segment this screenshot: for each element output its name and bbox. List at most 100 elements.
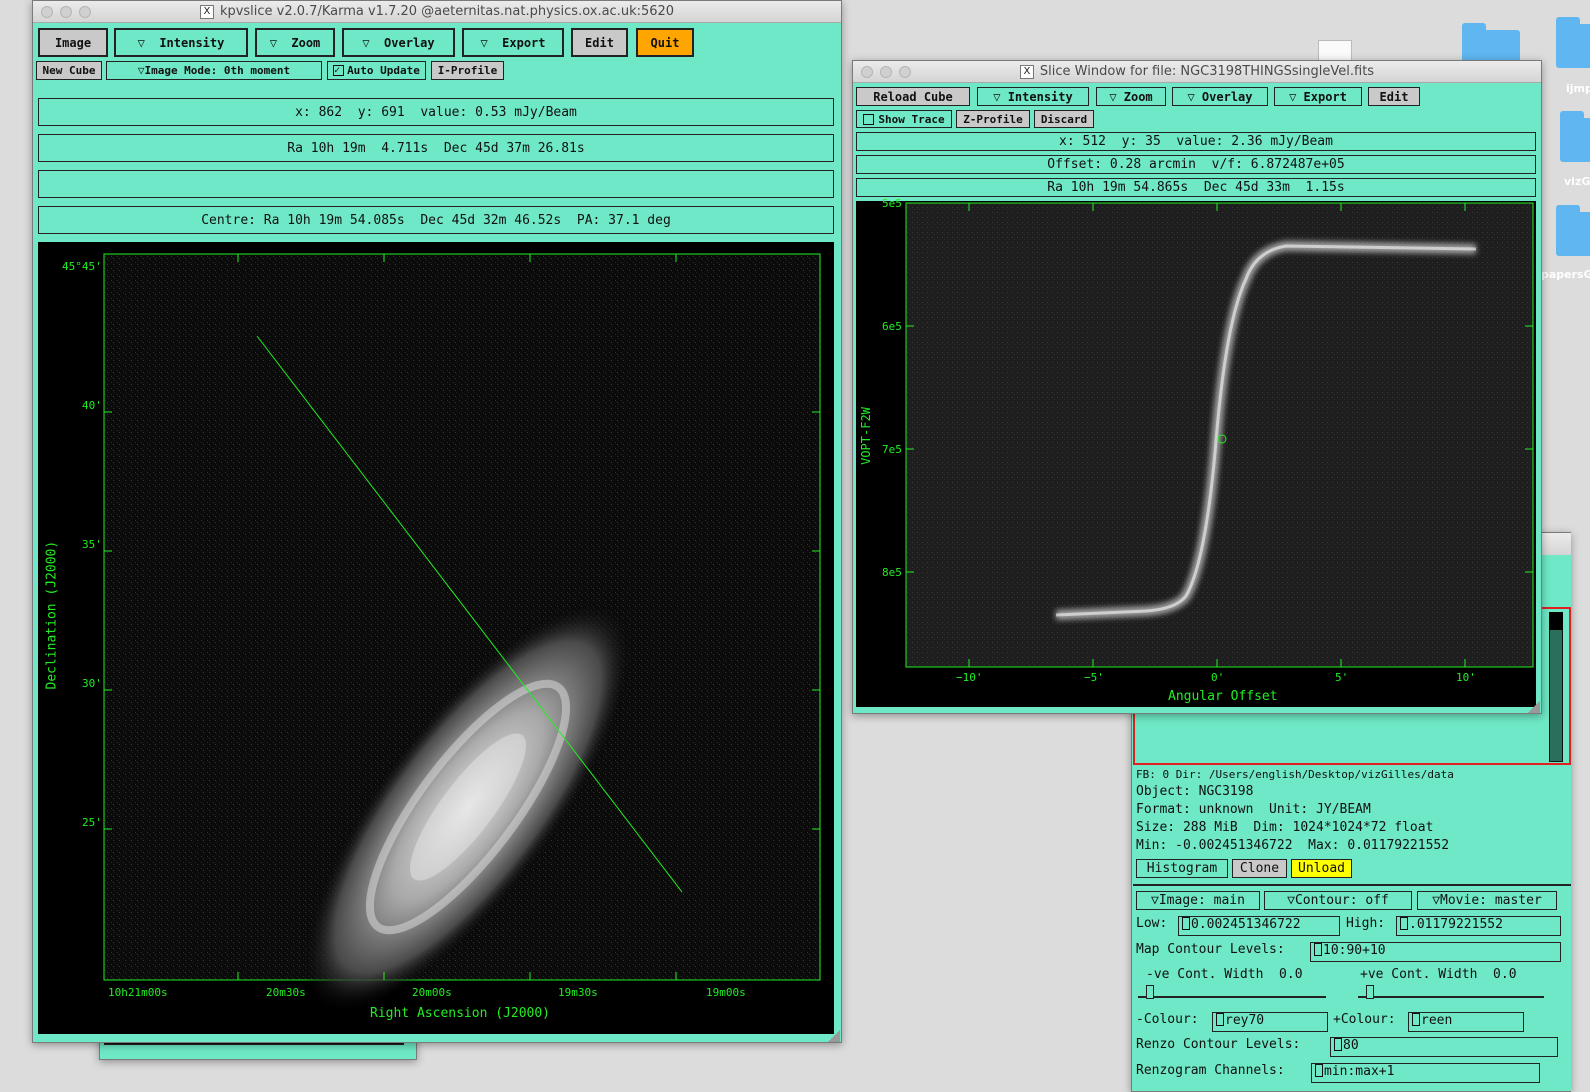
i-profile-button[interactable]: I-Profile <box>431 61 504 80</box>
neg-colour-input[interactable]: rey70 <box>1212 1012 1328 1032</box>
y-tick-label: 35' <box>82 538 102 551</box>
desktop-icon-label: papersG <box>1541 268 1590 281</box>
contour-menu-button[interactable]: ▽Contour: off <box>1264 891 1412 910</box>
v-tick-label: 5e5 <box>882 197 902 210</box>
v-tick-label: 7e5 <box>882 443 902 456</box>
x-tick-label: 10h21m00s <box>108 986 168 999</box>
slice-offset-field: Offset: 0.28 arcmin v/f: 6.872487e+05 <box>856 155 1536 174</box>
pos-colour-value: reen <box>1421 1013 1453 1028</box>
image-menu-button[interactable]: ▽Image: main <box>1136 891 1260 910</box>
preview-scroll-thumb[interactable] <box>1549 612 1563 630</box>
auto-update-checkbox[interactable]: ✓ Auto Update <box>327 61 426 80</box>
y-tick-label: 30' <box>82 677 102 690</box>
clone-button[interactable]: Clone <box>1232 859 1287 878</box>
size-line: Size: 288 MiB Dim: 1024*1024*72 float <box>1136 820 1434 835</box>
quit-button[interactable]: Quit <box>636 28 694 57</box>
close-dot-icon[interactable] <box>41 6 53 18</box>
resize-grip-icon[interactable] <box>1528 701 1540 713</box>
neg-width-slider[interactable] <box>1138 988 1326 998</box>
v-tick-label: 8e5 <box>882 566 902 579</box>
x-tick-label: 20m00s <box>412 986 452 999</box>
folder-icon[interactable] <box>1556 17 1590 68</box>
minimize-dot-icon[interactable] <box>60 6 72 18</box>
main-image-canvas[interactable]: 45°45' 40' 35' 30' 25' 10h21m00s 20m30s … <box>38 242 834 1034</box>
offset-tick-label: 5' <box>1335 671 1349 684</box>
galaxy-plot[interactable] <box>38 242 834 1034</box>
zoom-dot-icon[interactable] <box>899 66 911 78</box>
unload-button[interactable]: Unload <box>1291 859 1352 878</box>
slice-intensity-button[interactable]: ▽ Intensity <box>977 87 1089 106</box>
map-contour-levels-input[interactable]: 10:90+10 <box>1310 942 1561 962</box>
main-titlebar[interactable]: X kpvslice v2.0.7/Karma v1.7.20 @aeterni… <box>33 1 841 23</box>
format-line: Format: unknown Unit: JY/BEAM <box>1136 802 1371 817</box>
renzogram-channels-input[interactable]: min:max+1 <box>1311 1063 1540 1083</box>
show-trace-label: Show Trace <box>878 112 945 126</box>
y-tick-label: 45°45' <box>62 260 102 273</box>
fb-dir-line: FB: 0 Dir: /Users/english/Desktop/vizGil… <box>1136 768 1454 781</box>
v-tick-label: 6e5 <box>882 320 902 333</box>
show-trace-checkbox[interactable]: Show Trace <box>856 110 952 128</box>
close-dot-icon[interactable] <box>861 66 873 78</box>
new-cube-button[interactable]: New Cube <box>36 61 102 80</box>
edit-button[interactable]: Edit <box>571 28 628 57</box>
x-axis-label: Right Ascension (J2000) <box>370 1006 551 1021</box>
z-profile-button[interactable]: Z-Profile <box>956 110 1030 128</box>
slice-overlay-button[interactable]: ▽ Overlay <box>1172 87 1268 106</box>
text-cursor <box>1412 1013 1420 1026</box>
folder-icon[interactable] <box>1556 205 1590 256</box>
slice-export-button[interactable]: ▽ Export <box>1274 87 1362 106</box>
low-input[interactable]: 0.002451346722 <box>1178 916 1340 936</box>
slice-cursor-value-field: x: 512 y: 35 value: 2.36 mJy/Beam <box>856 132 1536 151</box>
x-tick-label: 20m30s <box>266 986 306 999</box>
minimize-dot-icon[interactable] <box>880 66 892 78</box>
renzo-contour-levels-value: 80 <box>1343 1038 1359 1053</box>
pv-y-axis-label: VOPT-F2W <box>859 407 873 465</box>
centre-field: Centre: Ra 10h 19m 54.085s Dec 45d 32m 4… <box>38 206 834 234</box>
desktop-icon-label: vizG <box>1564 175 1590 188</box>
x11-icon: X <box>1019 64 1034 79</box>
slice-zoom-button[interactable]: ▽ Zoom <box>1096 87 1166 106</box>
zoom-dot-icon[interactable] <box>79 6 91 18</box>
slice-radec-field: Ra 10h 19m 54.865s Dec 45d 33m 1.15s <box>856 178 1536 197</box>
x-tick-label: 19m30s <box>558 986 598 999</box>
image-mode-menu[interactable]: ▽Image Mode: 0th moment <box>106 61 322 80</box>
slice-canvas[interactable]: 5e5 6e5 7e5 8e5 −10' −5' 0' 5' 10' Angul… <box>856 197 1536 707</box>
offset-tick-label: 0' <box>1211 671 1225 684</box>
export-button[interactable]: ▽ Export <box>462 28 564 57</box>
discard-button[interactable]: Discard <box>1034 110 1094 128</box>
slice-edit-button[interactable]: Edit <box>1368 87 1420 106</box>
high-input[interactable]: .01179221552 <box>1396 916 1561 936</box>
renzo-contour-levels-input[interactable]: 80 <box>1330 1037 1558 1057</box>
pos-width-slider-handle[interactable] <box>1366 985 1374 999</box>
reload-cube-button[interactable]: Reload Cube <box>856 87 970 106</box>
movie-menu-button[interactable]: ▽Movie: master <box>1417 891 1557 910</box>
histogram-button[interactable]: Histogram <box>1136 859 1228 878</box>
text-cursor <box>1334 1038 1342 1051</box>
pos-width-slider[interactable] <box>1358 988 1544 998</box>
preview-scrollbar[interactable] <box>1549 612 1563 762</box>
intensity-button[interactable]: ▽ Intensity <box>114 28 248 57</box>
y-axis-label: Declination (J2000) <box>44 540 60 690</box>
image-button[interactable]: Image <box>38 28 108 57</box>
resize-grip-icon[interactable] <box>828 1030 840 1042</box>
folder-icon[interactable] <box>1560 111 1590 162</box>
text-cursor <box>1216 1013 1224 1026</box>
object-line: Object: NGC3198 <box>1136 784 1254 799</box>
zoom-button[interactable]: ▽ Zoom <box>255 28 335 57</box>
text-cursor <box>1315 1064 1323 1077</box>
checkbox-checked-icon[interactable]: ✓ <box>333 65 345 76</box>
pv-diagram[interactable] <box>856 201 1536 707</box>
panel-divider <box>1133 884 1571 886</box>
text-cursor <box>1314 943 1322 956</box>
checkbox-empty-icon[interactable] <box>863 113 875 125</box>
slice-titlebar[interactable]: X Slice Window for file: NGC3198THINGSsi… <box>853 61 1541 83</box>
renzogram-channels-label: Renzogram Channels: <box>1136 1063 1285 1078</box>
pos-colour-input[interactable]: reen <box>1408 1012 1524 1032</box>
main-window-title: kpvslice v2.0.7/Karma v1.7.20 @aeternita… <box>219 4 675 19</box>
cursor-radec-field: Ra 10h 19m 4.711s Dec 45d 37m 26.81s <box>38 134 834 162</box>
overlay-button[interactable]: ▽ Overlay <box>342 28 455 57</box>
neg-width-slider-handle[interactable] <box>1146 985 1154 999</box>
slice-window-title: Slice Window for file: NGC3198THINGSsing… <box>1039 64 1375 79</box>
x-tick-label: 19m00s <box>706 986 746 999</box>
y-tick-label: 40' <box>82 399 102 412</box>
